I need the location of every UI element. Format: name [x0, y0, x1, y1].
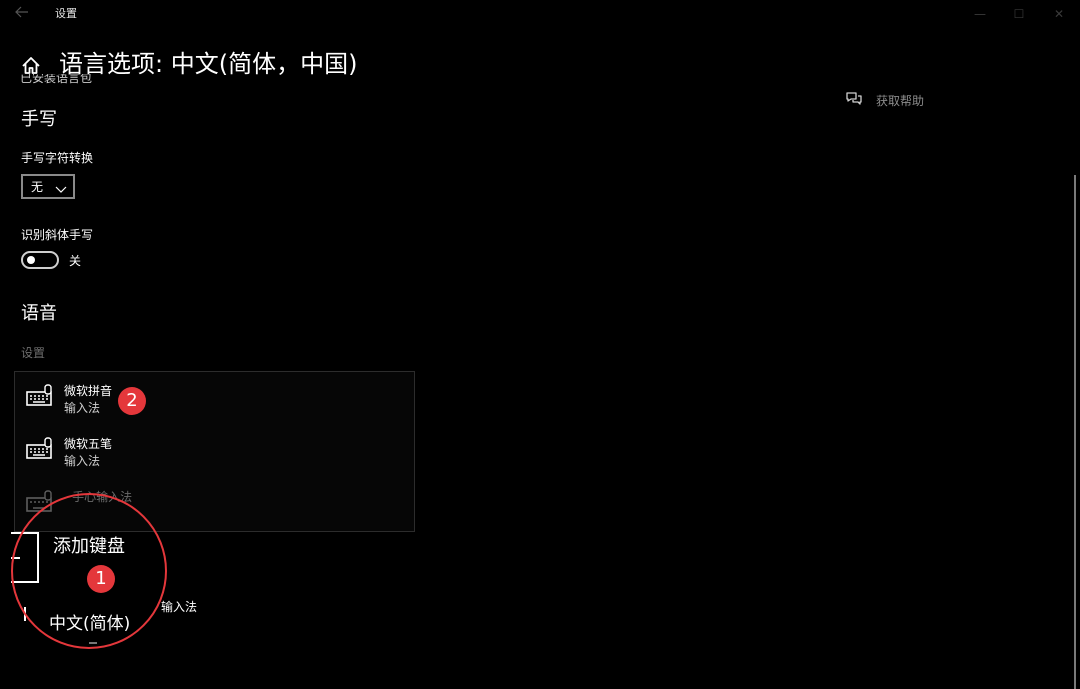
chat-help-icon[interactable] [845, 91, 863, 107]
highlight-circle [11, 493, 167, 649]
toggle-knob [27, 256, 35, 264]
ime-list-item-partial[interactable]: 输入法 [155, 599, 197, 615]
keyboard-icon [26, 384, 54, 408]
italic-handwriting-toggle[interactable] [21, 251, 59, 269]
italic-handwriting-label: 识别斜体手写 [21, 228, 94, 242]
handwriting-conversion-label: 手写字符转换 [21, 151, 94, 165]
app-title: 设置 [55, 7, 77, 20]
handwriting-conversion-dropdown[interactable]: 无 [21, 174, 75, 199]
chevron-down-icon [55, 180, 67, 193]
keyboard-item-sub: 输入法 [64, 401, 101, 415]
page-title: 语言选项: 中文(简体，中国) [59, 50, 358, 78]
minimize-button[interactable]: — [968, 4, 992, 24]
keyboard-item-sub: 输入法 [64, 454, 101, 468]
keyboard-item-name[interactable]: 微软五笔 [64, 436, 112, 452]
toggle-state-label: 关 [69, 254, 82, 268]
voice-section-title: 语音 [21, 303, 57, 324]
close-button[interactable]: ✕ [1047, 4, 1071, 24]
language-pack-label: 已安装语言包 [20, 74, 93, 85]
keyboard-item-name[interactable]: 微软拼音 [64, 383, 112, 399]
get-help-link[interactable]: 获取帮助 [876, 93, 924, 109]
handwriting-section-title: 手写 [21, 109, 57, 130]
voice-settings-link[interactable]: 设置 [21, 345, 45, 361]
maximize-button[interactable]: ☐ [1007, 4, 1031, 24]
step-badge-2: 2 [118, 387, 146, 415]
back-arrow-icon[interactable] [12, 5, 32, 23]
dropdown-value: 无 [31, 180, 44, 194]
title-bar: 设置 — ☐ ✕ [0, 0, 1080, 30]
keyboard-icon [26, 437, 54, 461]
scrollbar[interactable] [1074, 175, 1076, 689]
